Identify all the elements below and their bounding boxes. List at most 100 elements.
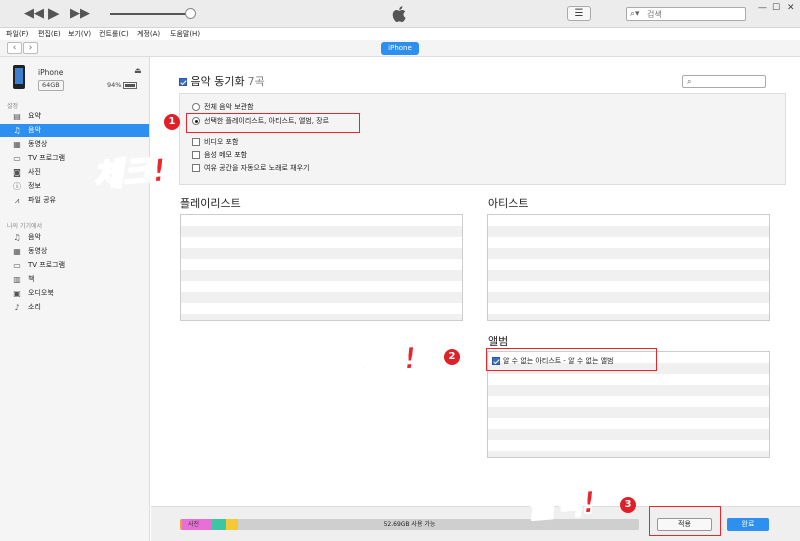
sidebar-item-device-tv-shows[interactable]: ▭ TV 프로그램 [0, 259, 149, 272]
step-3-badge: 3 [620, 497, 636, 513]
fast-forward-icon[interactable]: ▶▶ [70, 6, 90, 22]
include-voice-memos-checkbox[interactable] [192, 151, 200, 159]
film-icon: ▦ [13, 140, 21, 149]
song-count: 7곡 [247, 75, 265, 88]
apple-logo-icon [392, 6, 406, 22]
menu-edit[interactable]: 편집(E) [38, 29, 61, 39]
option-entire-library[interactable]: 전체 음악 보관함 [192, 102, 254, 112]
book-icon: ▥ [13, 275, 21, 284]
play-icon[interactable]: ▶ [48, 5, 60, 21]
forward-button[interactable]: › [23, 42, 38, 54]
volume-level [110, 13, 190, 15]
sync-music-checkbox[interactable] [179, 78, 187, 86]
highlight-album-item [486, 348, 657, 371]
library-search[interactable]: ⌕▾ [626, 7, 746, 21]
settings-heading: 설정 [7, 103, 19, 110]
sync-music-label: 음악 동기화 [190, 75, 245, 88]
sidebar-item-file-sharing[interactable]: ⩘ 파일 공유 [0, 194, 149, 207]
include-videos-checkbox[interactable] [192, 138, 200, 146]
sidebar-item-label: 책 [28, 275, 35, 283]
sync-options: 전체 음악 보관함 선택한 플레이리스트, 아티스트, 앨범, 장르 비디오 포… [179, 93, 786, 185]
playlists-list[interactable] [180, 214, 463, 321]
albums-title: 앨범 [488, 335, 509, 348]
sidebar-item-device-movies[interactable]: ▦ 동영상 [0, 245, 149, 258]
step-1-badge: 1 [164, 114, 180, 130]
rewind-icon[interactable]: ◀◀ [24, 6, 44, 22]
list-row-stripe [488, 314, 769, 320]
click-callout: 클릭! [525, 484, 598, 526]
list-row-stripe [488, 429, 769, 440]
step-2-badge: 2 [444, 349, 460, 365]
highlight-selected-option [186, 113, 360, 133]
sidebar-item-label: 동영상 [28, 140, 48, 148]
sidebar-item-label: 사진 [28, 168, 41, 176]
music-note-icon: ♫ [13, 233, 21, 242]
app-store-icon: ⩘ [14, 196, 20, 205]
search-icon: ⌕▾ [630, 9, 640, 19]
device-name: iPhone [38, 68, 64, 77]
menu-view[interactable]: 보기(V) [68, 29, 91, 39]
film-icon: ▦ [13, 247, 21, 256]
option-include-voice-memos[interactable]: 음성 메모 포함 [192, 150, 247, 160]
tv-icon: ▭ [13, 261, 21, 270]
sidebar-item-label: 음악 [28, 126, 41, 134]
autofill-checkbox[interactable] [192, 164, 200, 172]
volume-knob[interactable] [184, 8, 196, 19]
sidebar-item-label: 오디오북 [28, 289, 54, 297]
tv-icon: ▭ [13, 154, 21, 163]
option-autofill[interactable]: 여유 공간을 자동으로 노래로 채우기 [192, 163, 310, 173]
artists-list[interactable] [487, 214, 770, 321]
entire-library-radio[interactable] [192, 103, 200, 111]
check-callout-2: 체크! [346, 340, 419, 382]
list-row-stripe [181, 292, 462, 303]
menu-account[interactable]: 계정(A) [137, 29, 160, 39]
menu-controls[interactable]: 컨트롤(C) [99, 29, 129, 39]
on-my-device-heading: 나의 기기에서 [7, 223, 43, 230]
eject-icon[interactable]: ⏏ [134, 66, 142, 75]
back-button[interactable]: ‹ [7, 42, 22, 54]
pane-search-field[interactable]: ⌕ [682, 75, 766, 88]
player-toolbar: ◀◀ ▶ ▶▶ ☰ ⌕▾ — ☐ ✕ [0, 0, 800, 28]
sidebar-item-label: TV 프로그램 [28, 261, 66, 269]
sidebar-item-device-music[interactable]: ♫ 음악 [0, 231, 149, 244]
menu-file[interactable]: 파일(F) [6, 29, 28, 39]
list-icon: ▤ [13, 112, 21, 121]
sidebar-item-label: 음악 [28, 233, 41, 241]
sidebar-item-device-audiobooks[interactable]: ▣ 오디오북 [0, 287, 149, 300]
list-row-stripe [488, 270, 769, 281]
menu-bar: 파일(F) 편집(E) 보기(V) 컨트롤(C) 계정(A) 도움말(H) [0, 28, 800, 40]
sidebar-item-device-tones[interactable]: ♪ 소리 [0, 301, 149, 314]
sidebar: iPhone ⏏ 64GB 94% 설정 ▤ 요약 ♫ 음악 ▦ 동영상 ▭ T… [0, 57, 150, 541]
menu-help[interactable]: 도움말(H) [170, 29, 200, 39]
list-row-stripe [181, 226, 462, 237]
minimize-icon[interactable]: — [758, 3, 767, 13]
volume-slider[interactable] [110, 13, 192, 15]
device-capacity: 64GB [38, 80, 64, 91]
option-include-videos[interactable]: 비디오 포함 [192, 137, 238, 147]
navigation-bar: ‹ › iPhone [0, 40, 800, 57]
sidebar-item-music[interactable]: ♫ 음악 [0, 124, 149, 137]
search-input[interactable] [647, 9, 743, 19]
list-row-stripe [181, 314, 462, 320]
option-label: 전체 음악 보관함 [204, 103, 254, 111]
maximize-icon[interactable]: ☐ [772, 3, 780, 13]
sidebar-item-device-books[interactable]: ▥ 책 [0, 273, 149, 286]
sidebar-item-label: TV 프로그램 [28, 154, 66, 162]
sidebar-item-label: 파일 공유 [28, 196, 56, 204]
device-button[interactable]: iPhone [381, 42, 419, 55]
music-note-icon: ♫ [13, 126, 21, 135]
list-row-stripe [181, 248, 462, 259]
close-icon[interactable]: ✕ [787, 3, 795, 13]
audiobook-icon: ▣ [13, 289, 21, 298]
list-row-stripe [488, 226, 769, 237]
sidebar-item-label: 동영상 [28, 247, 48, 255]
sidebar-item-summary[interactable]: ▤ 요약 [0, 110, 149, 123]
list-row-stripe [488, 451, 769, 457]
done-button[interactable]: 완료 [727, 518, 769, 531]
list-row-stripe [181, 270, 462, 281]
list-view-button[interactable]: ☰ [567, 6, 591, 21]
list-icon: ☰ [574, 8, 584, 19]
battery-level: 94% [107, 81, 122, 89]
list-row-stripe [488, 292, 769, 303]
option-label: 비디오 포함 [204, 138, 239, 146]
